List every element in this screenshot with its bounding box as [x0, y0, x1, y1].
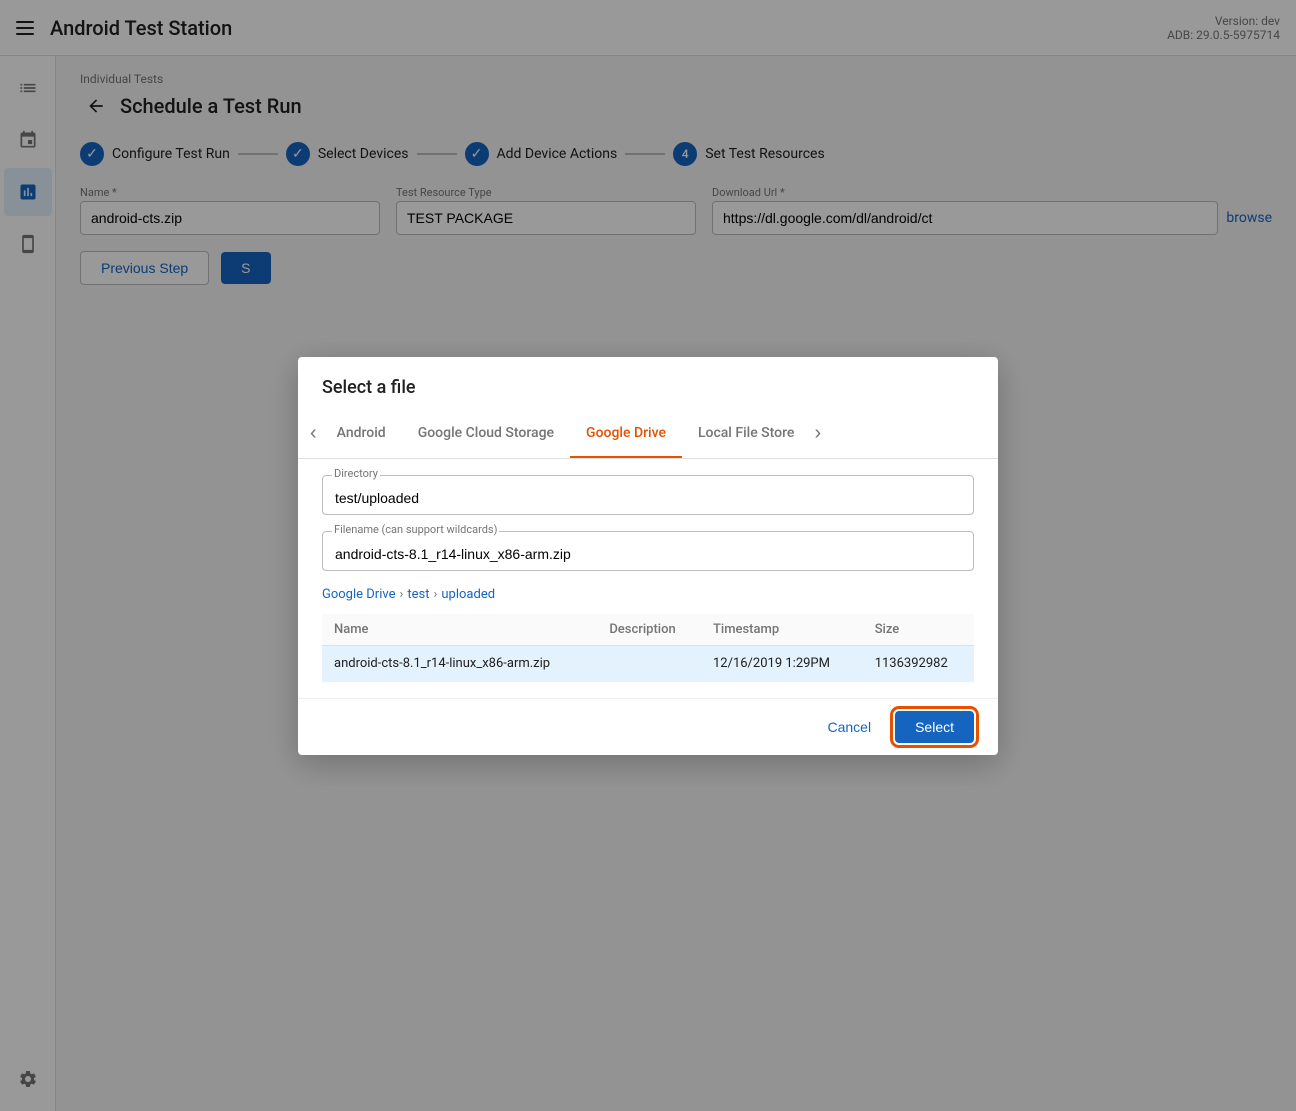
dialog-tabs: ‹ Android Google Cloud Storage Google Dr…: [298, 410, 998, 459]
filename-input[interactable]: [322, 531, 974, 571]
tab-gdrive[interactable]: Google Drive: [570, 410, 682, 458]
path-test[interactable]: test: [407, 587, 429, 602]
col-description: Description: [597, 614, 701, 646]
file-path-breadcrumb: Google Drive › test › uploaded: [322, 587, 974, 602]
file-table: Name Description Timestamp Size android-…: [322, 614, 974, 682]
cell-name: android-cts-8.1_r14-linux_x86-arm.zip: [322, 645, 597, 681]
path-gdrive[interactable]: Google Drive: [322, 587, 395, 602]
tab-local[interactable]: Local File Store: [682, 410, 810, 458]
cancel-button[interactable]: Cancel: [815, 711, 883, 743]
dialog-footer: Cancel Select: [298, 698, 998, 755]
col-size: Size: [863, 614, 974, 646]
col-timestamp: Timestamp: [701, 614, 863, 646]
directory-input-group: Directory: [322, 475, 974, 515]
tab-nav-left[interactable]: ‹: [306, 410, 321, 458]
tab-gcs[interactable]: Google Cloud Storage: [402, 410, 570, 458]
cell-timestamp: 12/16/2019 1:29PM: [701, 645, 863, 681]
dialog-title: Select a file: [298, 357, 998, 410]
directory-input[interactable]: [322, 475, 974, 515]
dialog-body: Directory Filename (can support wildcard…: [298, 459, 998, 698]
dialog-overlay: Select a file ‹ Android Google Cloud Sto…: [0, 0, 1296, 1111]
table-header-row: Name Description Timestamp Size: [322, 614, 974, 646]
path-sep-1: ›: [399, 587, 403, 602]
cell-description: [597, 645, 701, 681]
col-name: Name: [322, 614, 597, 646]
filename-input-group: Filename (can support wildcards): [322, 531, 974, 571]
directory-label: Directory: [332, 467, 380, 480]
path-uploaded[interactable]: uploaded: [441, 587, 495, 602]
select-button[interactable]: Select: [895, 711, 974, 743]
table-row[interactable]: android-cts-8.1_r14-linux_x86-arm.zip 12…: [322, 645, 974, 681]
file-select-dialog: Select a file ‹ Android Google Cloud Sto…: [298, 357, 998, 755]
tab-nav-right[interactable]: ›: [810, 410, 825, 458]
filename-label: Filename (can support wildcards): [332, 523, 499, 536]
tab-android[interactable]: Android: [321, 410, 402, 458]
path-sep-2: ›: [433, 587, 437, 602]
cell-size: 1136392982: [863, 645, 974, 681]
